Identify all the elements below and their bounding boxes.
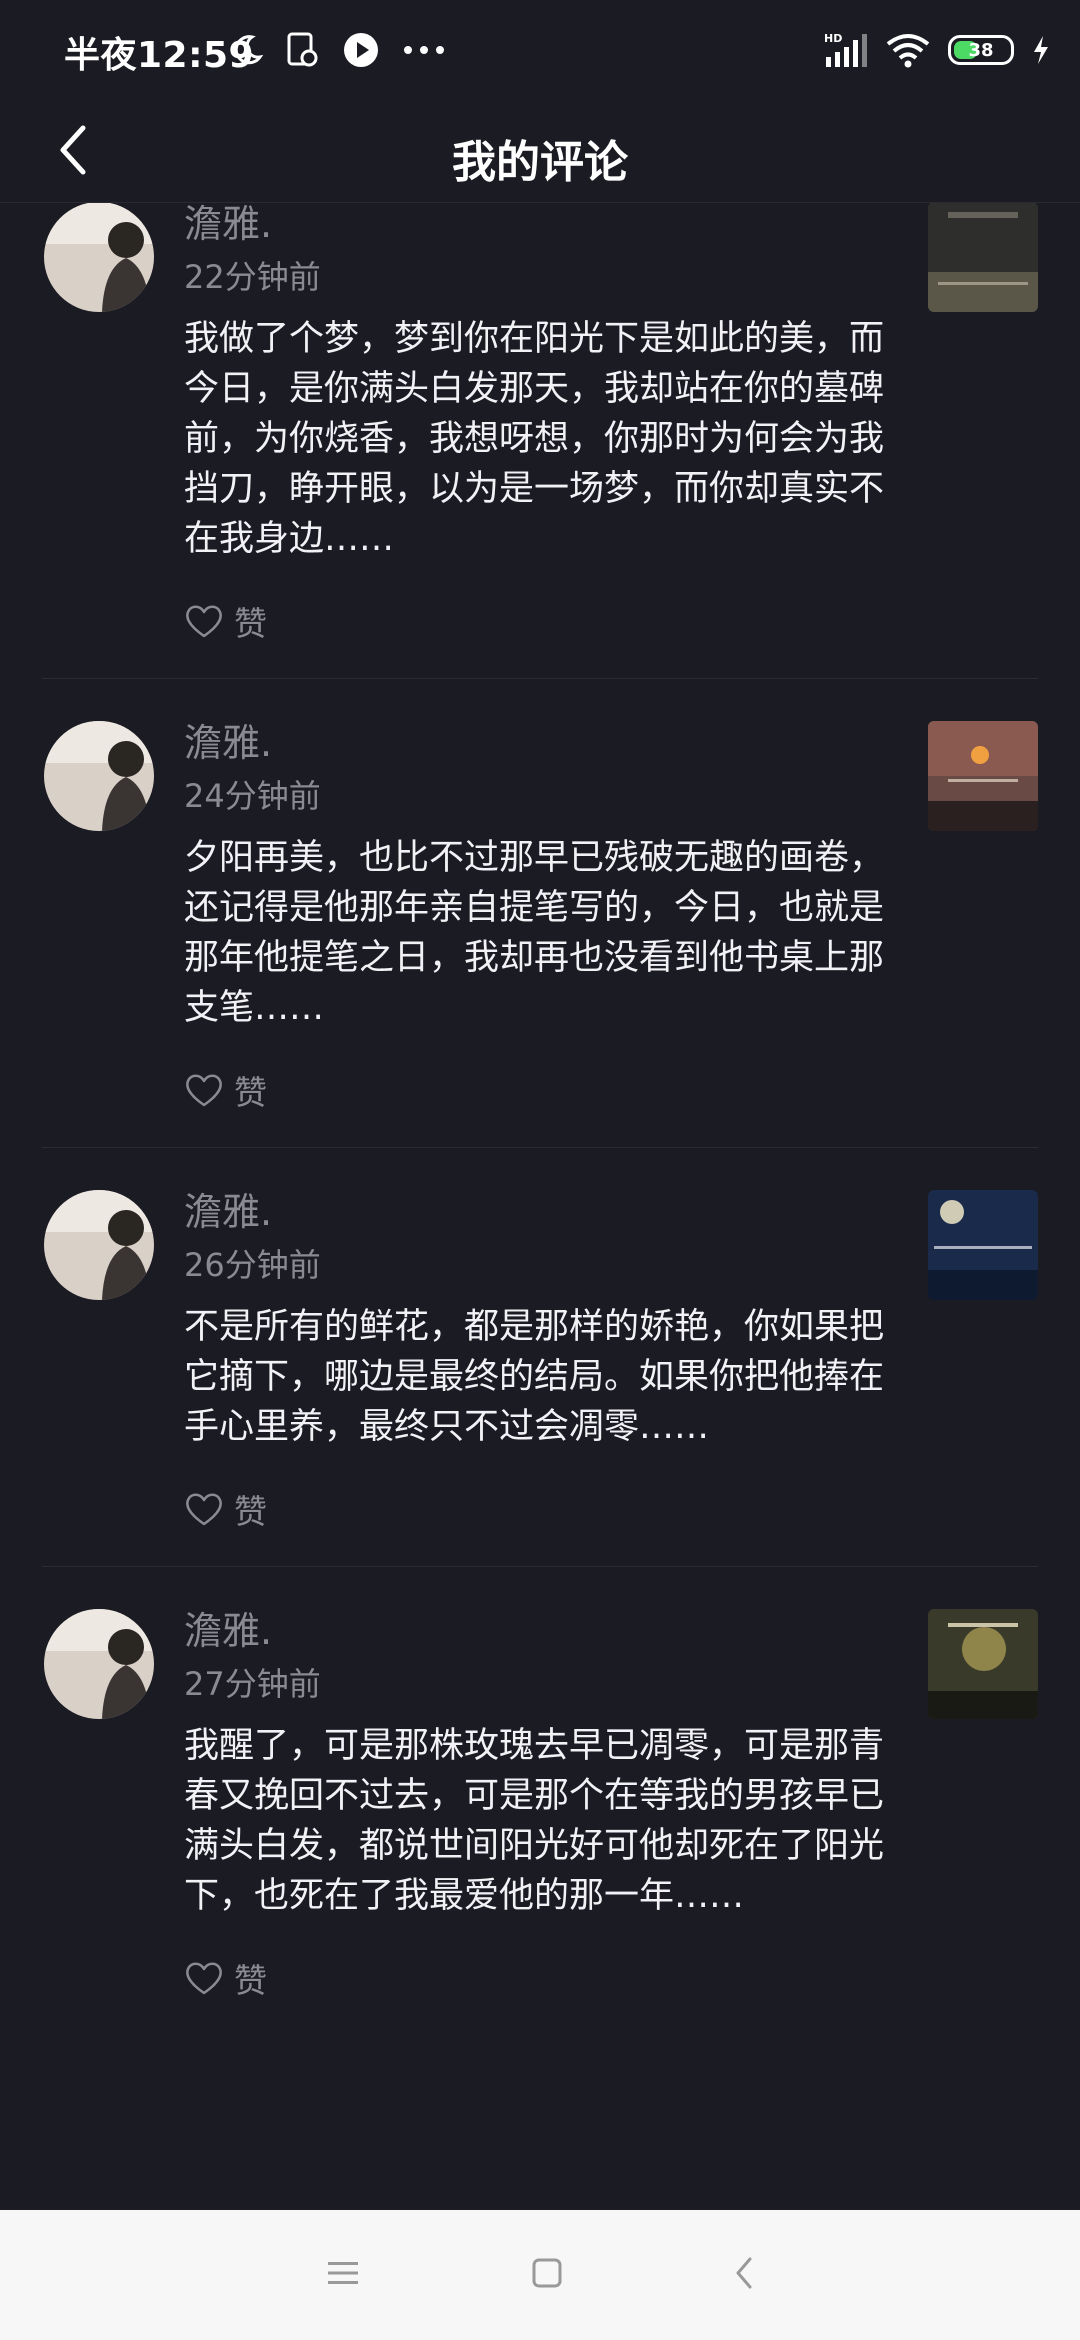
status-time: 半夜12:59 (64, 35, 255, 76)
moon-icon (230, 33, 264, 67)
username[interactable]: 澹雅. (184, 1609, 884, 1653)
wifi-icon (886, 32, 930, 68)
comment-text: 不是所有的鲜花，都是那样的娇艳，你如果把它摘下，哪边是最终的结局。如果你把他捧在… (184, 1307, 885, 1447)
charging-icon (1032, 35, 1050, 65)
avatar[interactable] (44, 721, 154, 831)
username[interactable]: 澹雅. (184, 1190, 884, 1234)
post-thumbnail[interactable] (928, 1190, 1038, 1300)
comment-item[interactable]: 澹雅. 26分钟前 不是所有的鲜花，都是那样的娇艳，你如果把它摘下，哪边是最终的… (42, 1148, 1038, 1567)
comment-time: 26分钟前 (184, 1246, 321, 1284)
comment-text: 我做了个梦，梦到你在阳光下是如此的美，而今日，是你满头白发那天，我却站在你的墓碑… (184, 319, 885, 559)
home-nav-button[interactable] (531, 2257, 563, 2293)
comment-text: 我醒了，可是那株玫瑰去早已凋零，可是那青春又挽回不过去，可是那个在等我的男孩早已… (184, 1726, 885, 1916)
document-lock-icon (286, 31, 320, 69)
menu-nav-button[interactable] (325, 2259, 361, 2291)
like-button[interactable]: 赞 (184, 1484, 884, 1566)
heart-icon (186, 1074, 222, 1107)
menu-icon (328, 2262, 358, 2284)
back-nav-icon (736, 2257, 752, 2289)
play-circle-icon (342, 31, 380, 69)
status-bar: 半夜12:59 HD 38 (0, 0, 1080, 100)
battery-level: 38 (968, 39, 994, 61)
comment-list[interactable]: 澹雅. 22分钟前 我做了个梦，梦到你在阳光下是如此的美，而今日，是你满头白发那… (0, 202, 1080, 2210)
heart-icon (186, 1962, 222, 1995)
like-label: 赞 (234, 1492, 267, 1531)
heart-icon (186, 605, 222, 638)
back-nav-button[interactable] (733, 2256, 755, 2294)
page-title: 我的评论 (452, 137, 628, 188)
username[interactable]: 澹雅. (184, 202, 884, 246)
post-thumbnail[interactable] (928, 721, 1038, 831)
comment-time: 27分钟前 (184, 1665, 321, 1703)
avatar[interactable] (44, 1190, 154, 1300)
post-thumbnail[interactable] (928, 1609, 1038, 1719)
like-label: 赞 (234, 1961, 267, 2000)
comment-item[interactable]: 澹雅. 24分钟前 夕阳再美，也比不过那早已残破无趣的画卷，还记得是他那年亲自提… (42, 679, 1038, 1148)
system-nav-bar (0, 2210, 1080, 2340)
home-square-icon (532, 2258, 562, 2288)
like-label: 赞 (234, 604, 267, 643)
avatar[interactable] (44, 1609, 154, 1719)
like-label: 赞 (234, 1073, 267, 1112)
top-header: 我的评论 (0, 100, 1080, 203)
signal-icon: HD (824, 31, 868, 69)
comment-time: 22分钟前 (184, 258, 321, 296)
battery-icon: 38 (948, 35, 1014, 65)
like-button[interactable]: 赞 (184, 596, 884, 678)
avatar[interactable] (44, 202, 154, 312)
more-icon (402, 45, 446, 55)
comment-time: 24分钟前 (184, 777, 321, 815)
like-button[interactable]: 赞 (184, 1953, 884, 2035)
post-thumbnail[interactable] (928, 202, 1038, 312)
comment-text: 夕阳再美，也比不过那早已残破无趣的画卷，还记得是他那年亲自提笔写的，今日，也就是… (184, 838, 885, 1028)
comment-item[interactable]: 澹雅. 27分钟前 我醒了，可是那株玫瑰去早已凋零，可是那青春又挽回不过去，可是… (42, 1567, 1038, 2035)
username[interactable]: 澹雅. (184, 721, 884, 765)
comment-item[interactable]: 澹雅. 22分钟前 我做了个梦，梦到你在阳光下是如此的美，而今日，是你满头白发那… (42, 202, 1038, 679)
network-type-label: HD (824, 32, 842, 45)
heart-icon (186, 1493, 222, 1526)
like-button[interactable]: 赞 (184, 1065, 884, 1147)
